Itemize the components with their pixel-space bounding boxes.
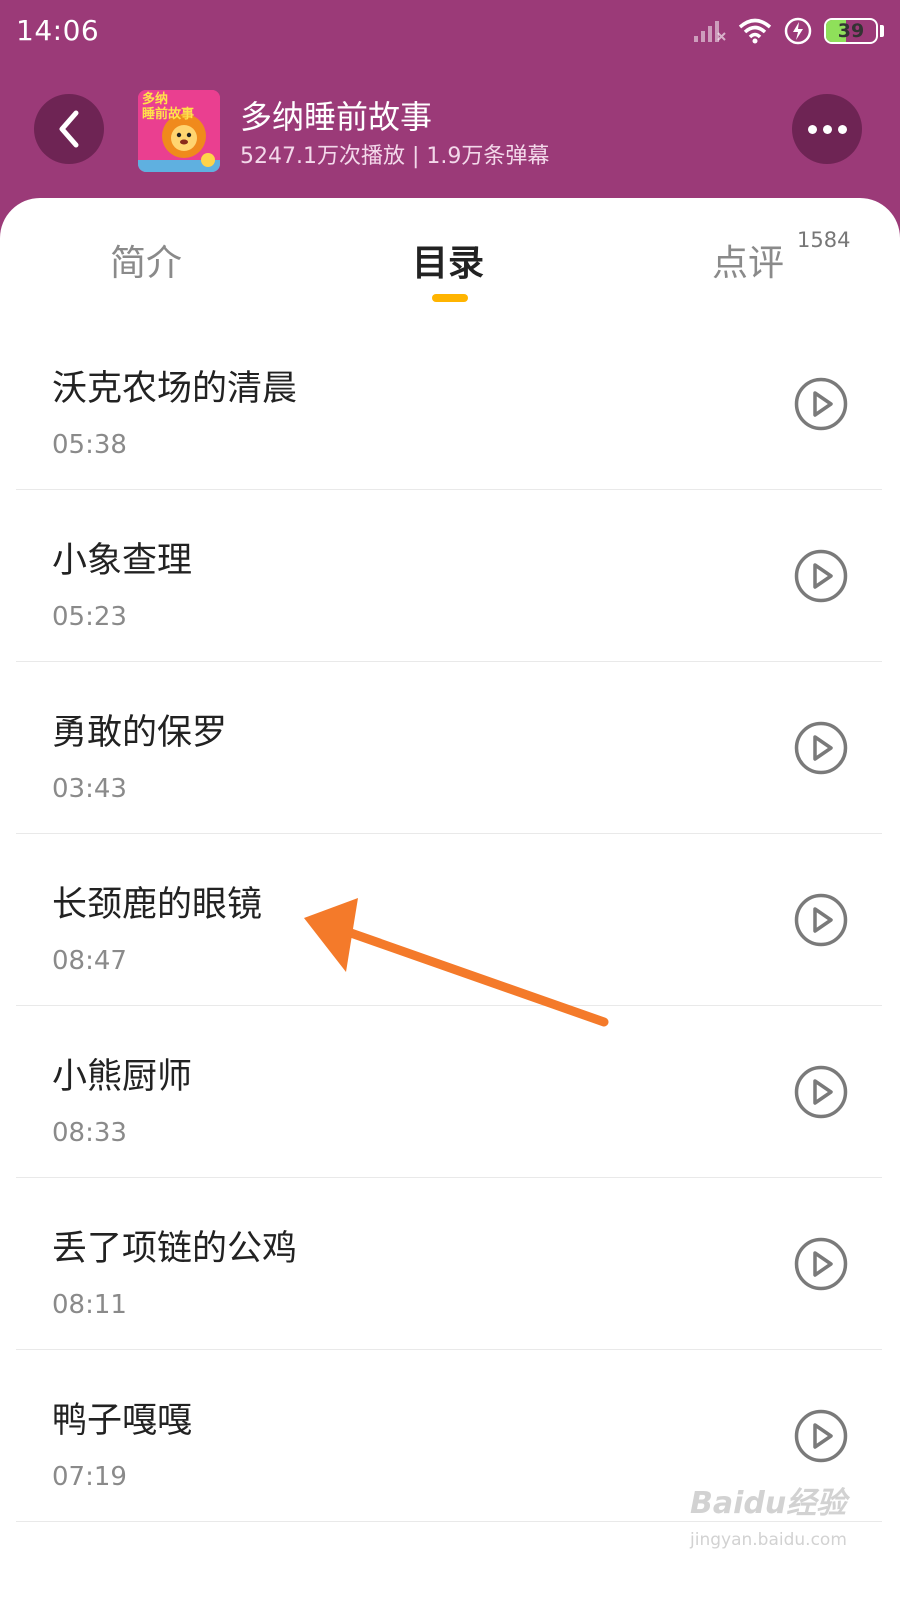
track-item[interactable]: 丢了项链的公鸡 08:11 xyxy=(16,1178,882,1350)
track-title: 小象查理 xyxy=(52,541,193,581)
track-title: 长颈鹿的眼镜 xyxy=(52,885,263,925)
play-icon[interactable] xyxy=(794,721,848,775)
track-duration: 08:33 xyxy=(52,1118,127,1148)
track-duration: 08:47 xyxy=(52,946,127,976)
battery-percent: 39 xyxy=(837,20,865,42)
track-item[interactable]: 勇敢的保罗 03:43 xyxy=(16,662,882,834)
battery-icon: 39 xyxy=(824,18,878,44)
track-title: 小熊厨师 xyxy=(52,1057,193,1097)
track-item[interactable]: 小熊厨师 08:33 xyxy=(16,1006,882,1178)
cover-text: 多纳 睡前故事 xyxy=(142,92,195,122)
watermark-url: jingyan.baidu.com xyxy=(690,1530,847,1550)
signal-icon xyxy=(694,21,726,42)
battery-tip xyxy=(880,25,884,37)
track-duration: 08:11 xyxy=(52,1290,127,1320)
play-icon[interactable] xyxy=(794,1237,848,1291)
status-bar: 14:06 39 xyxy=(0,0,900,62)
track-title: 沃克农场的清晨 xyxy=(52,369,298,409)
tab-intro[interactable]: 简介 xyxy=(110,234,182,286)
play-icon[interactable] xyxy=(794,549,848,603)
more-button[interactable] xyxy=(792,94,862,164)
play-icon[interactable] xyxy=(794,377,848,431)
play-icon[interactable] xyxy=(794,1065,848,1119)
track-title: 丢了项链的公鸡 xyxy=(52,1229,298,1269)
watermark-logo: Baidu经验 xyxy=(690,1486,847,1521)
status-time: 14:06 xyxy=(16,14,100,47)
album-cover[interactable]: 多纳 睡前故事 xyxy=(138,90,220,172)
active-tab-indicator xyxy=(432,294,468,302)
chevron-left-icon xyxy=(59,110,79,148)
track-title: 鸭子嘎嘎 xyxy=(52,1401,193,1441)
track-item[interactable]: 长颈鹿的眼镜 08:47 xyxy=(16,834,882,1006)
tab-catalog[interactable]: 目录 xyxy=(412,234,484,286)
status-icons: 39 xyxy=(692,14,884,48)
charging-icon xyxy=(784,17,812,45)
more-dot-icon xyxy=(807,124,817,134)
play-icon[interactable] xyxy=(794,893,848,947)
more-dot-icon xyxy=(837,124,847,134)
track-duration: 07:19 xyxy=(52,1462,127,1492)
content-sheet: 简介 目录 点评 1584 沃克农场的清晨 05:38 小象查理 05:23 勇… xyxy=(0,198,900,1600)
tab-bar: 简介 目录 点评 1584 xyxy=(0,198,900,318)
play-icon[interactable] xyxy=(794,1409,848,1463)
track-list: 沃克农场的清晨 05:38 小象查理 05:23 勇敢的保罗 03:43 长颈鹿… xyxy=(16,318,882,1522)
track-item[interactable]: 小象查理 05:23 xyxy=(16,490,882,662)
track-duration: 05:38 xyxy=(52,430,127,460)
back-button[interactable] xyxy=(34,94,104,164)
wifi-icon xyxy=(738,18,772,44)
album-stats: 5247.1万次播放 | 1.9万条弹幕 xyxy=(240,144,550,169)
review-count-badge: 1584 xyxy=(797,228,851,252)
album-title: 多纳睡前故事 xyxy=(240,98,433,136)
track-duration: 03:43 xyxy=(52,774,127,804)
album-header: 多纳 睡前故事 多纳睡前故事 5247.1万次播放 | 1.9万条弹幕 xyxy=(0,62,900,202)
more-dot-icon xyxy=(822,124,832,134)
track-item[interactable]: 沃克农场的清晨 05:38 xyxy=(16,318,882,490)
track-duration: 05:23 xyxy=(52,602,127,632)
track-title: 勇敢的保罗 xyxy=(52,713,228,753)
tab-review[interactable]: 点评 xyxy=(712,234,784,286)
